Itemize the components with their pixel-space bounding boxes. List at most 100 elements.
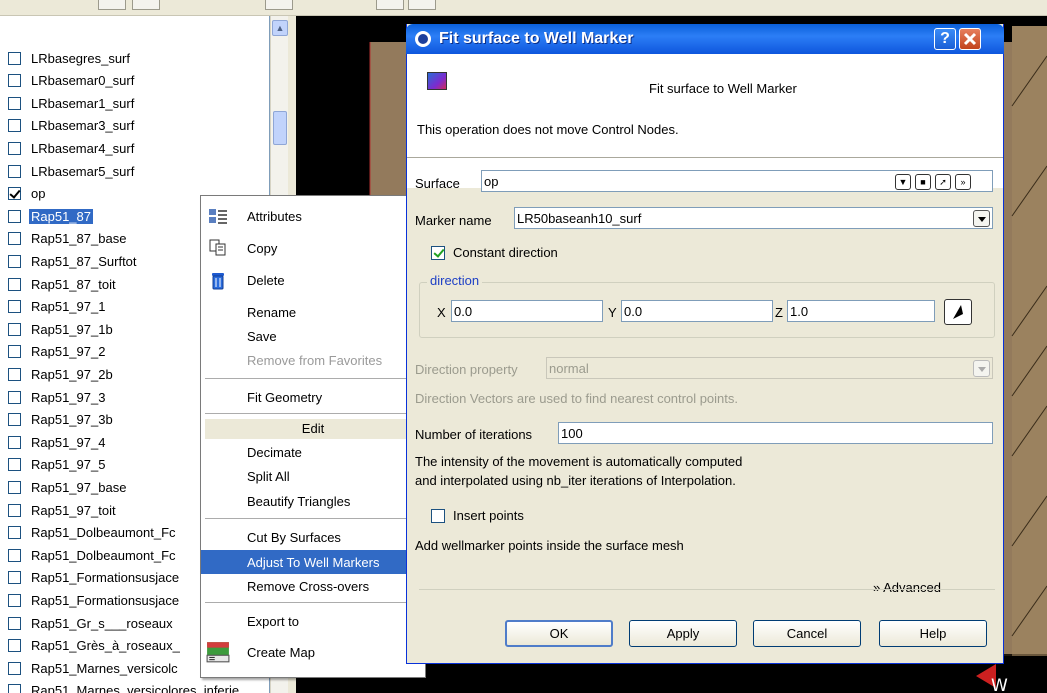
visibility-checkbox[interactable] — [8, 345, 21, 359]
visibility-checkbox[interactable] — [8, 503, 21, 517]
tree-item[interactable]: Rap51_87_toit — [8, 274, 118, 294]
visibility-checkbox[interactable] — [8, 413, 21, 427]
tree-item[interactable]: Rap51_97_base — [8, 477, 128, 497]
dialog-title-bar[interactable]: Fit surface to Well Marker ? — [406, 24, 1004, 54]
tree-item[interactable]: LRbasemar4_surf — [8, 138, 136, 158]
y-field[interactable]: 0.0 — [621, 300, 773, 322]
menu-item-adjust-to-well-markers[interactable]: Adjust To Well Markers — [201, 550, 425, 574]
visibility-checkbox[interactable] — [8, 684, 21, 693]
constant-direction-checkbox[interactable] — [431, 246, 445, 260]
help-button[interactable]: Help — [879, 620, 987, 647]
tree-item[interactable]: LRbasegres_surf — [8, 48, 132, 68]
visibility-checkbox[interactable] — [8, 187, 21, 201]
apply-button[interactable]: Apply — [629, 620, 737, 647]
scroll-up-arrow-icon[interactable]: ▲ — [272, 20, 288, 36]
help-title-button[interactable]: ? — [934, 28, 956, 50]
tree-item[interactable]: Rap51_87_base — [8, 229, 128, 249]
iterations-field[interactable]: 100 — [558, 422, 993, 444]
visibility-checkbox[interactable] — [8, 96, 21, 110]
visibility-checkbox[interactable] — [8, 390, 21, 404]
visibility-checkbox[interactable] — [8, 435, 21, 449]
toolbar-button-stub[interactable] — [98, 0, 126, 10]
toolbar-button-stub[interactable] — [376, 0, 404, 10]
pick-arrow-icon[interactable]: ➚ — [935, 174, 951, 190]
menu-item-delete[interactable]: Delete — [201, 268, 425, 292]
tree-item[interactable]: Rap51_97_2b — [8, 364, 115, 384]
tree-item[interactable]: Rap51_97_2 — [8, 342, 107, 362]
visibility-checkbox[interactable] — [8, 232, 21, 246]
toolbar-button-stub[interactable] — [265, 0, 293, 10]
visibility-checkbox[interactable] — [8, 616, 21, 630]
menu-item-cut-by-surfaces[interactable]: Cut By Surfaces — [201, 525, 425, 549]
tree-item[interactable]: Rap51_87_Surftot — [8, 251, 139, 271]
tree-item[interactable]: Rap51_Gr_s___roseaux — [8, 613, 175, 633]
visibility-checkbox[interactable] — [8, 571, 21, 585]
marker-dropdown-icon[interactable] — [973, 210, 990, 227]
tree-item[interactable]: Rap51_97_4 — [8, 432, 107, 452]
visibility-checkbox[interactable] — [8, 254, 21, 268]
visibility-checkbox[interactable] — [8, 119, 21, 133]
visibility-checkbox[interactable] — [8, 209, 21, 223]
visibility-checkbox[interactable] — [8, 141, 21, 155]
tree-item[interactable]: Rap51_97_3b — [8, 410, 115, 430]
tree-item[interactable]: Rap51_97_toit — [8, 500, 118, 520]
tree-item[interactable]: Rap51_Dolbeaumont_Fc — [8, 523, 178, 543]
z-field[interactable]: 1.0 — [787, 300, 935, 322]
menu-item-save[interactable]: Save — [201, 324, 425, 348]
menu-item-create-map[interactable]: Create Map — [201, 640, 425, 664]
marker-field[interactable]: LR50baseanh10_surf — [514, 207, 993, 229]
tree-item[interactable]: Rap51_Marnes_versicolc — [8, 658, 180, 678]
visibility-checkbox[interactable] — [8, 322, 21, 336]
tree-item[interactable]: LRbasemar0_surf — [8, 71, 136, 91]
tree-item[interactable]: Rap51_Formationsusjace — [8, 590, 181, 610]
menu-item-remove-cross-overs[interactable]: Remove Cross-overs — [201, 574, 425, 598]
scroll-thumb[interactable] — [273, 111, 287, 145]
advanced-toggle[interactable]: » Advanced — [873, 580, 941, 595]
visibility-checkbox[interactable] — [8, 51, 21, 65]
visibility-checkbox[interactable] — [8, 74, 21, 88]
tree-item[interactable]: Rap51_Dolbeaumont_Fc — [8, 545, 178, 565]
toolbar-button-stub[interactable] — [132, 0, 160, 10]
menu-item-fit-geometry[interactable]: Fit Geometry — [201, 385, 425, 409]
visibility-checkbox[interactable] — [8, 548, 21, 562]
visibility-checkbox[interactable] — [8, 164, 21, 178]
more-icon[interactable]: » — [955, 174, 971, 190]
menu-item-decimate[interactable]: Decimate — [201, 440, 425, 464]
tree-item[interactable]: Rap51_87 — [8, 206, 93, 226]
cancel-button[interactable]: Cancel — [753, 620, 861, 647]
menu-item-rename[interactable]: Rename — [201, 300, 425, 324]
dropdown-icon[interactable]: ▼ — [895, 174, 911, 190]
tree-item[interactable]: Rap51_Formationsusjace — [8, 568, 181, 588]
visibility-checkbox[interactable] — [8, 277, 21, 291]
tree-item[interactable]: LRbasemar5_surf — [8, 161, 136, 181]
tree-item[interactable]: Rap51_97_1b — [8, 319, 115, 339]
toolbar-button-stub[interactable] — [408, 0, 436, 10]
tree-item[interactable]: Rap51_Grès_à_roseaux_ — [8, 636, 182, 656]
visibility-checkbox[interactable] — [8, 593, 21, 607]
menu-item-attributes[interactable]: Attributes — [201, 204, 425, 228]
menu-item-split-all[interactable]: Split All — [201, 464, 425, 488]
insert-points-checkbox[interactable] — [431, 509, 445, 523]
menu-item-beautify-triangles[interactable]: Beautify Triangles — [201, 489, 425, 513]
visibility-checkbox[interactable] — [8, 367, 21, 381]
visibility-checkbox[interactable] — [8, 526, 21, 540]
tree-item[interactable]: Rap51_Marnes_versicolores_inferie — [8, 681, 241, 693]
tree-item[interactable]: LRbasemar1_surf — [8, 93, 136, 113]
tree-item[interactable]: LRbasemar3_surf — [8, 116, 136, 136]
x-field[interactable]: 0.0 — [451, 300, 603, 322]
visibility-checkbox[interactable] — [8, 480, 21, 494]
tree-item[interactable]: Rap51_97_1 — [8, 297, 107, 317]
visibility-checkbox[interactable] — [8, 458, 21, 472]
visibility-checkbox[interactable] — [8, 300, 21, 314]
close-button[interactable] — [959, 28, 981, 50]
tree-item[interactable]: Rap51_97_5 — [8, 455, 107, 475]
tree-item[interactable]: op — [8, 184, 47, 204]
visibility-checkbox[interactable] — [8, 661, 21, 675]
visibility-checkbox[interactable] — [8, 639, 21, 653]
square-select-icon[interactable]: ■ — [915, 174, 931, 190]
tree-item[interactable]: Rap51_97_3 — [8, 387, 107, 407]
pick-direction-button[interactable] — [944, 299, 972, 325]
menu-item-copy[interactable]: Copy — [201, 236, 425, 260]
menu-item-export-to[interactable]: Export to — [201, 609, 425, 633]
ok-button[interactable]: OK — [505, 620, 613, 647]
